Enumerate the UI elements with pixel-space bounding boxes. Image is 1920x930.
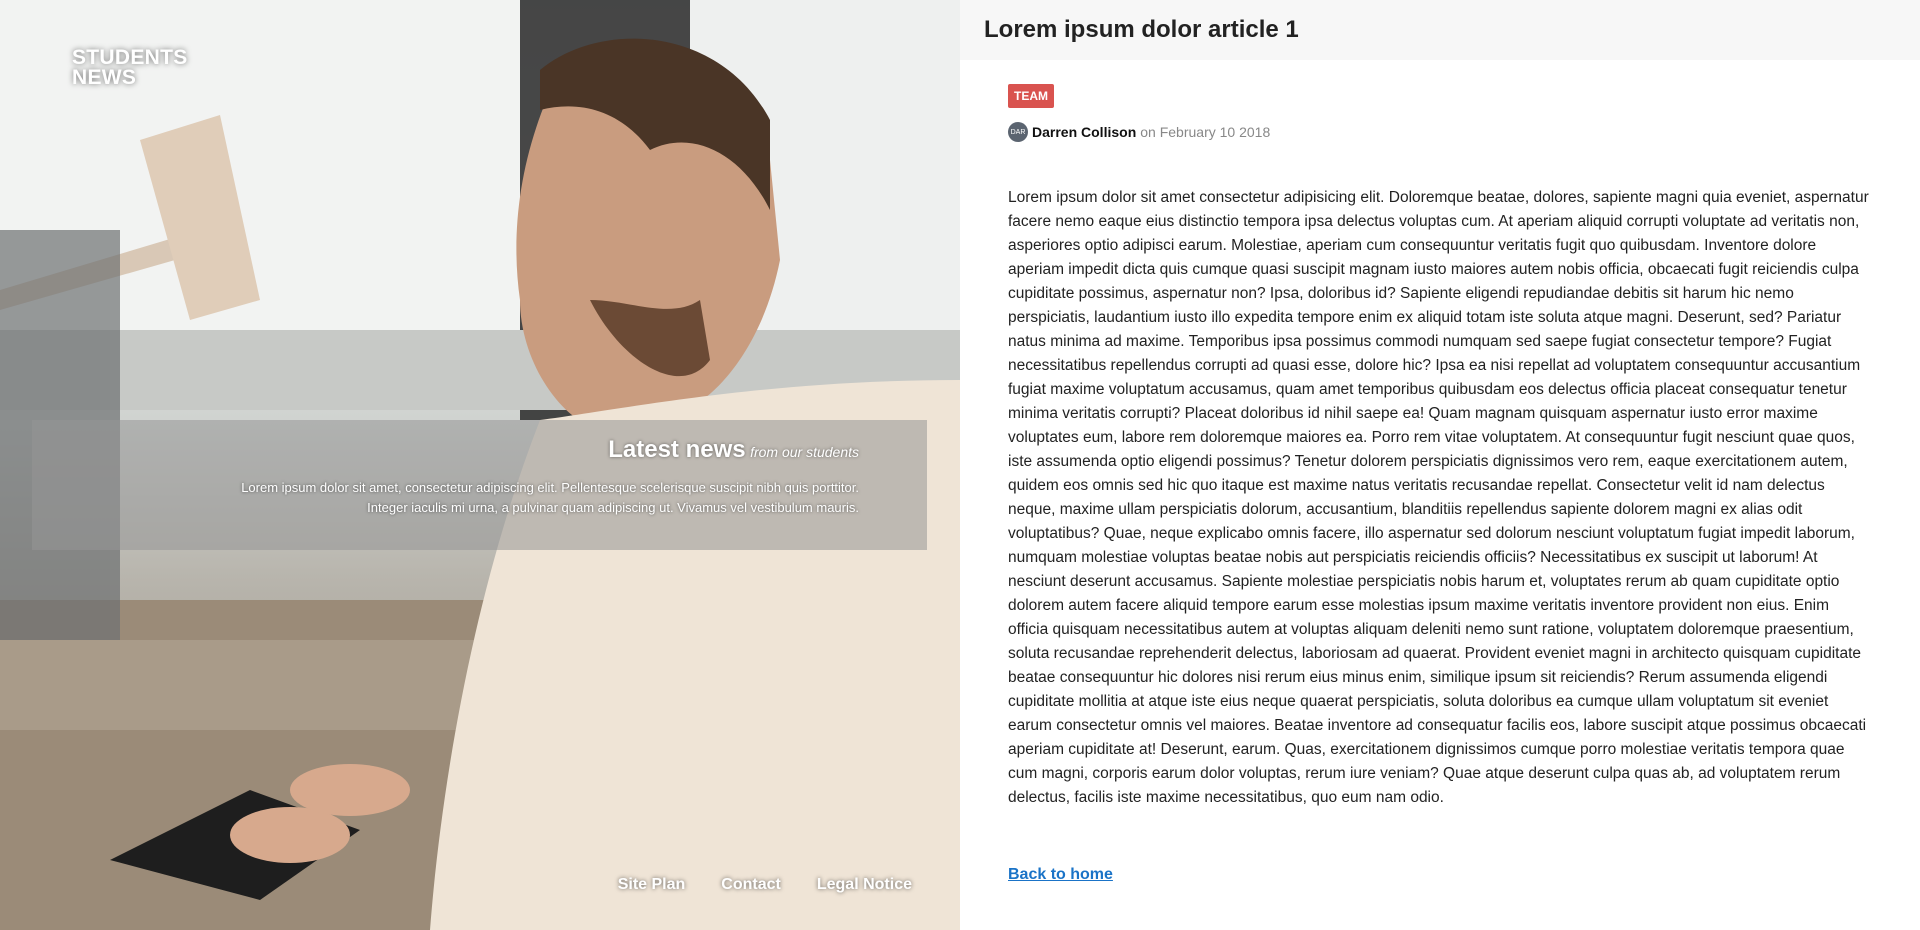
footer-link-contact[interactable]: Contact: [721, 876, 781, 894]
footer-nav: Site Plan Contact Legal Notice: [618, 876, 912, 894]
footer-link-site-plan[interactable]: Site Plan: [618, 876, 686, 894]
news-desc-line-1: Lorem ipsum dolor sit amet, consectetur …: [241, 480, 859, 495]
publish-date: on February 10 2018: [1140, 124, 1271, 140]
logo-line-1: STUDENTS: [72, 46, 188, 69]
site-logo[interactable]: STUDENTS NEWS: [72, 46, 188, 89]
footer-link-legal-notice[interactable]: Legal Notice: [817, 876, 912, 894]
latest-news-heading: Latest news from our students: [608, 436, 859, 464]
back-to-home-link[interactable]: Back to home: [1008, 866, 1113, 884]
news-desc-line-2: Integer iaculis mi urna, a pulvinar quam…: [367, 500, 859, 515]
latest-news-banner: Latest news from our students Lorem ipsu…: [32, 420, 927, 550]
hero-section: STUDENTS NEWS Latest news from our stude…: [0, 0, 960, 930]
latest-news-title: Latest news: [608, 436, 746, 463]
logo-line-2: NEWS: [72, 66, 137, 89]
category-tag[interactable]: TEAM: [1008, 84, 1054, 108]
author-name[interactable]: Darren Collison: [1032, 124, 1136, 140]
article-body: TEAM DAR Darren Collison on February 10 …: [960, 60, 1920, 884]
latest-news-subtitle: from our students: [750, 444, 859, 460]
article-meta: DAR Darren Collison on February 10 2018: [1008, 122, 1872, 142]
article-header: Lorem ipsum dolor article 1: [960, 0, 1920, 60]
article-panel: Lorem ipsum dolor article 1 TEAM DAR Dar…: [960, 0, 1920, 930]
latest-news-description: Lorem ipsum dolor sit amet, consectetur …: [99, 478, 859, 518]
article-content: Lorem ipsum dolor sit amet consectetur a…: [1008, 189, 1869, 806]
author-avatar: DAR: [1008, 122, 1028, 142]
article-title: Lorem ipsum dolor article 1: [984, 16, 1299, 43]
